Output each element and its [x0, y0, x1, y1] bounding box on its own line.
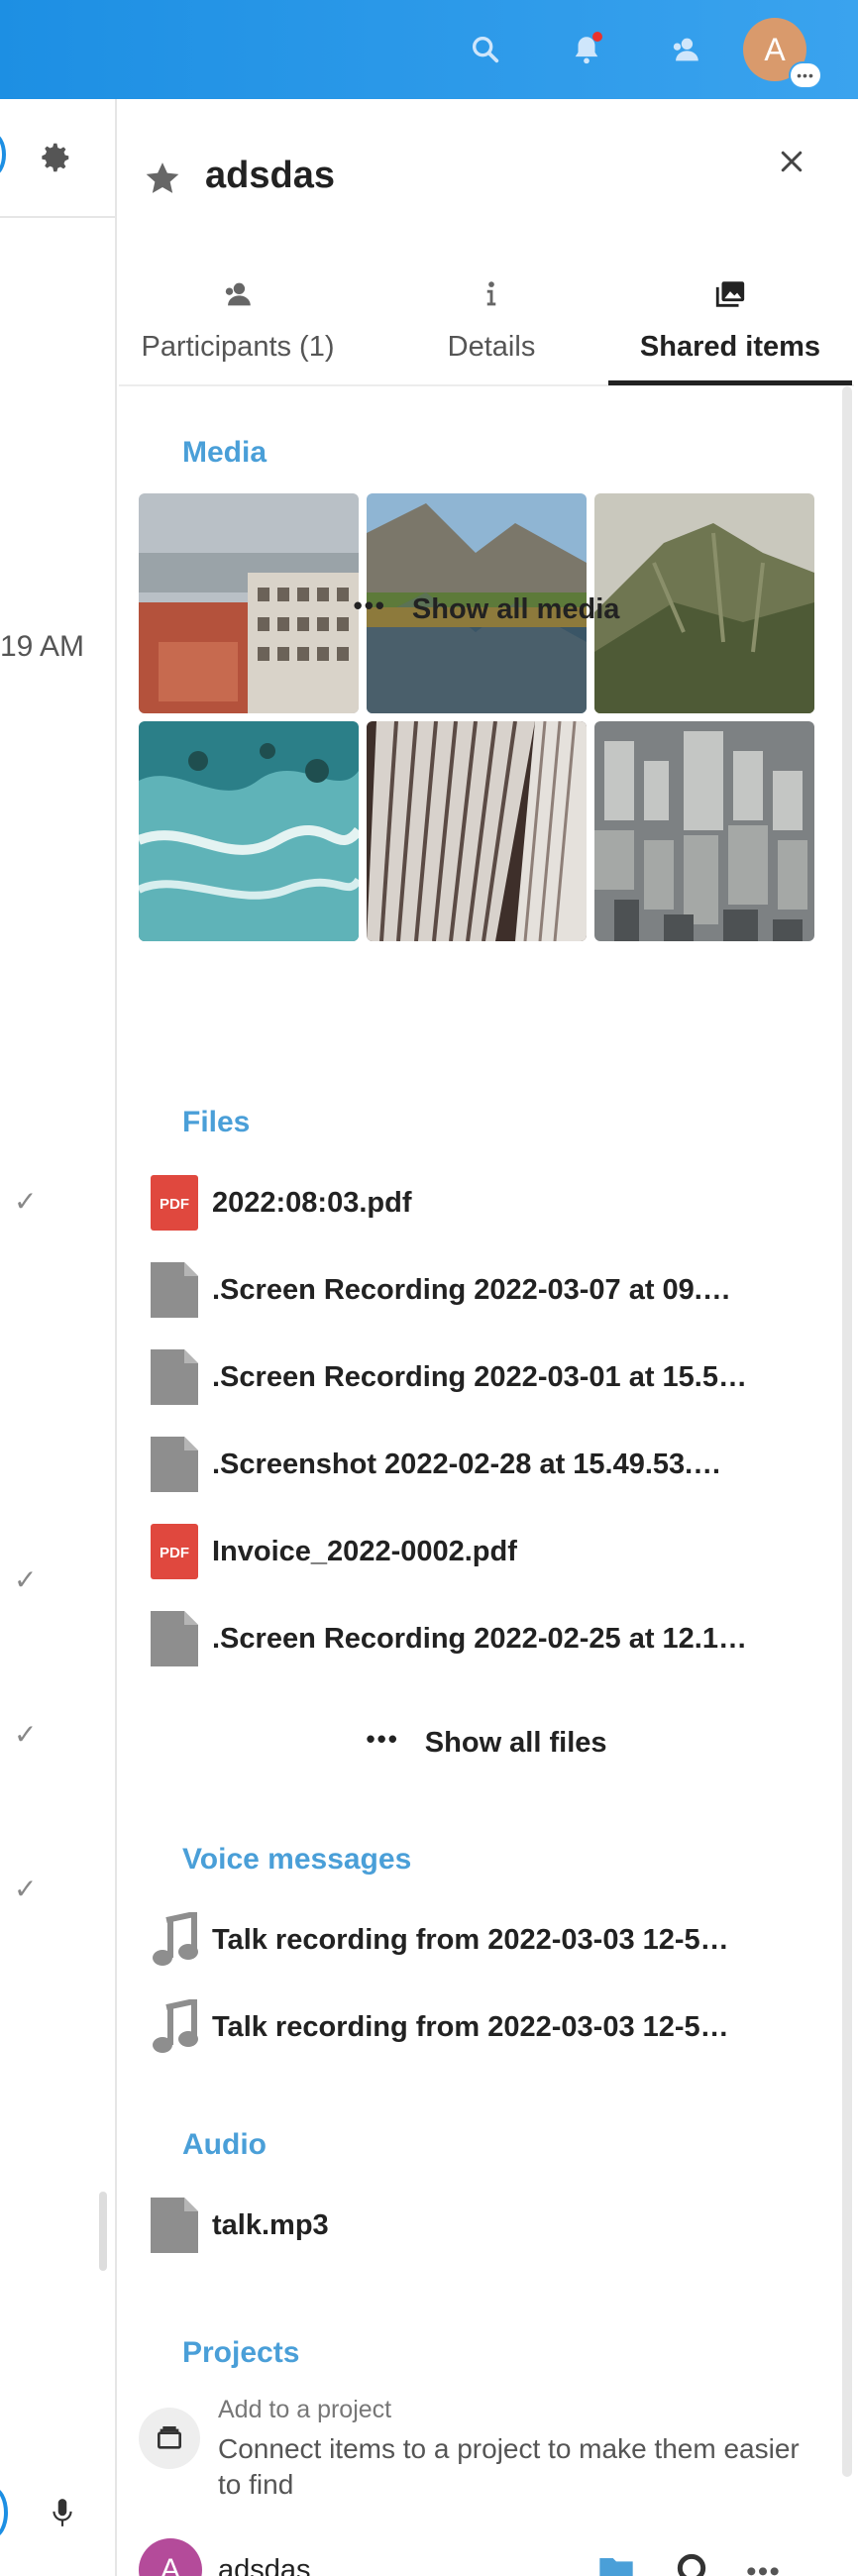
left-divider [0, 216, 117, 218]
participants-icon [225, 282, 251, 306]
file-name: .Screen Recording 2022-03-07 at 09.… [212, 1273, 731, 1306]
read-check-icon: ✓ [14, 1564, 38, 1595]
chat-column-edge: 19 AM ✓ ✓ ✓ ✓ [0, 99, 117, 2576]
audio-section-title: Audio [182, 2128, 267, 2161]
file-item[interactable]: .Screen Recording 2022-03-07 at 09.… [151, 1260, 844, 1320]
file-name: .Screenshot 2022-02-28 at 15.49.53.… [212, 1448, 722, 1480]
microphone-icon[interactable] [50, 2497, 75, 2528]
files-section-title: Files [182, 1106, 251, 1138]
file-item[interactable]: .Screen Recording 2022-02-25 at 12.1… [151, 1609, 844, 1668]
project-icon [139, 2408, 200, 2469]
show-all-media-button[interactable]: ••• Show all media [119, 590, 854, 626]
read-check-icon: ✓ [14, 1186, 38, 1217]
file-item[interactable]: PDF Invoice_2022-0002.pdf [151, 1522, 844, 1581]
media-section-title: Media [182, 436, 268, 469]
tab-label: Details [447, 331, 536, 363]
file-item[interactable]: PDF 2022:08:03.pdf [151, 1173, 844, 1233]
more-dots-icon: ••• [366, 1724, 399, 1754]
file-name: Talk recording from 2022-03-03 12-5… [212, 2010, 729, 2043]
audio-item[interactable]: talk.mp3 [151, 2196, 844, 2255]
project-label: Add to a project [218, 2396, 392, 2423]
star-icon[interactable] [143, 159, 182, 198]
show-all-files-button[interactable]: ••• Show all files [119, 1724, 854, 1760]
conversation-sidebar: adsdas Participants (1) Details Shared i… [119, 99, 858, 2576]
conversation-name: adsdas [218, 2554, 311, 2576]
tab-details[interactable]: Details [382, 268, 600, 386]
document-file-icon [151, 1349, 198, 1405]
tab-label: Shared items [639, 331, 821, 363]
close-button[interactable] [769, 139, 814, 184]
media-thumbnail[interactable] [139, 721, 359, 941]
top-header-bar: A ••• [0, 0, 858, 99]
contacts-icon[interactable] [664, 28, 707, 71]
pdf-file-icon: PDF [151, 1524, 198, 1579]
status-bubble-icon: ••• [791, 63, 820, 87]
folder-icon[interactable] [596, 2548, 636, 2576]
read-check-icon: ✓ [14, 1719, 38, 1750]
tab-label: Participants (1) [141, 331, 335, 363]
media-thumbnail[interactable] [367, 721, 587, 941]
file-name: .Screen Recording 2022-03-01 at 15.5… [212, 1360, 747, 1393]
left-toggle-icon[interactable] [0, 133, 6, 176]
document-file-icon [151, 1611, 198, 1666]
info-icon [486, 281, 496, 306]
file-item[interactable]: .Screenshot 2022-02-28 at 15.49.53.… [151, 1435, 844, 1494]
search-icon[interactable] [672, 2548, 711, 2576]
sidebar-scrollbar[interactable] [842, 386, 852, 2477]
media-grid [139, 493, 834, 941]
project-help-text: Connect items to a project to make them … [218, 2433, 800, 2500]
conversation-avatar: A [139, 2538, 202, 2576]
file-name: Talk recording from 2022-03-03 12-5… [212, 1923, 729, 1956]
media-thumbnail[interactable] [594, 721, 814, 941]
read-check-icon: ✓ [14, 1874, 38, 1904]
projects-section-title: Projects [182, 2336, 300, 2369]
svg-text:PDF: PDF [160, 1545, 189, 1561]
conversation-title: adsdas [205, 155, 335, 196]
music-note-icon [153, 1999, 198, 2053]
left-bottom-toggle-icon[interactable] [0, 2487, 8, 2538]
voice-message-item[interactable]: Talk recording from 2022-03-03 12-5… [151, 1910, 844, 1970]
file-name: 2022:08:03.pdf [212, 1186, 412, 1219]
tab-participants[interactable]: Participants (1) [129, 268, 347, 386]
notification-dot [592, 32, 602, 42]
file-name: Invoice_2022-0002.pdf [212, 1535, 517, 1567]
pdf-file-icon: PDF [151, 1175, 198, 1231]
more-icon[interactable] [743, 2548, 783, 2576]
file-name: .Screen Recording 2022-02-25 at 12.1… [212, 1622, 747, 1655]
images-icon [715, 281, 745, 307]
tab-shared-items[interactable]: Shared items [608, 268, 852, 386]
active-tab-indicator [608, 380, 852, 385]
add-to-project[interactable]: Add to a project Connect items to a proj… [139, 2396, 832, 2515]
gear-icon[interactable] [36, 139, 73, 176]
sidebar-tabs: Participants (1) Details Shared items [119, 268, 854, 386]
chat-scrollbar[interactable] [99, 2192, 107, 2271]
show-all-media-label: Show all media [411, 593, 620, 625]
file-name: talk.mp3 [212, 2208, 329, 2241]
music-note-icon [153, 1912, 198, 1966]
document-file-icon [151, 1437, 198, 1492]
file-item[interactable]: .Screen Recording 2022-03-01 at 15.5… [151, 1347, 844, 1407]
voice-messages-section-title: Voice messages [182, 1843, 412, 1876]
search-icon[interactable] [464, 28, 507, 71]
document-file-icon [151, 1262, 198, 1318]
document-file-icon [151, 2198, 198, 2253]
close-icon [781, 151, 803, 172]
more-dots-icon: ••• [353, 590, 386, 620]
message-time: 19 AM [0, 630, 85, 663]
show-all-files-label: Show all files [424, 1727, 607, 1759]
svg-text:PDF: PDF [160, 1196, 189, 1213]
conversation-entry[interactable]: A adsdas [139, 2538, 852, 2576]
voice-message-item[interactable]: Talk recording from 2022-03-03 12-5… [151, 1997, 844, 2057]
